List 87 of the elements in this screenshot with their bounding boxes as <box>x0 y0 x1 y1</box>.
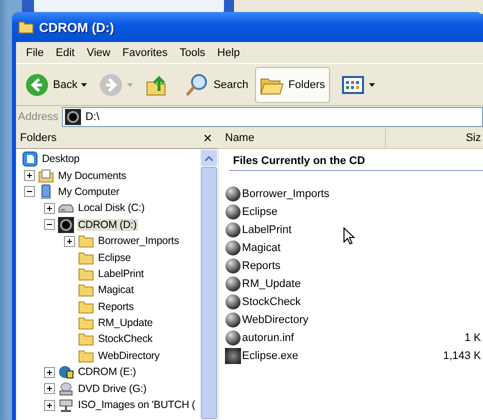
folder-icon <box>78 250 94 266</box>
expand-toggle[interactable] <box>44 202 55 214</box>
tree-item[interactable]: DVD Drive (G:) <box>77 382 148 395</box>
dvd-drive-icon <box>58 380 74 397</box>
tree-item[interactable]: Eclipse <box>97 252 132 264</box>
disc-app-icon <box>58 364 74 380</box>
folders-button[interactable]: Folders <box>255 66 330 102</box>
file-name[interactable]: autorun.inf <box>242 332 464 344</box>
tree-item[interactable]: Reports <box>97 300 135 313</box>
tree-item[interactable]: RM_Update <box>97 317 154 330</box>
file-name[interactable]: Borrower_Imports <box>242 188 483 200</box>
sphere-icon <box>225 258 241 274</box>
expand-toggle[interactable] <box>44 400 55 411</box>
mouse-pointer-icon <box>343 227 355 245</box>
expand-toggle[interactable] <box>64 236 75 247</box>
file-name[interactable]: StockCheck <box>242 296 483 308</box>
back-button[interactable]: Back <box>20 66 92 102</box>
pane-title: Folders <box>20 132 57 144</box>
tree-item[interactable]: Local Disk (C:) <box>77 202 146 214</box>
folder-icon <box>78 282 94 298</box>
computer-icon <box>38 184 54 200</box>
search-button[interactable]: Search <box>180 66 254 102</box>
folder-icon <box>78 315 94 332</box>
file-size: 1,143 K <box>443 350 482 362</box>
sphere-icon <box>225 204 241 220</box>
file-name[interactable]: Eclipse.exe <box>242 350 442 362</box>
address-label: Address <box>18 111 58 123</box>
window-title: CDROM (D:) <box>39 20 114 34</box>
folder-icon <box>18 19 34 35</box>
file-name[interactable]: WebDirectory <box>242 314 483 326</box>
file-name[interactable]: Reports <box>242 260 483 272</box>
tree-item[interactable]: Borrower_Imports <box>97 235 180 248</box>
file-name[interactable]: Magicat <box>242 242 483 254</box>
menu-item[interactable]: Tools <box>174 46 212 58</box>
file-name[interactable]: RM_Update <box>242 278 483 290</box>
tree-item[interactable]: LabelPrint <box>97 268 145 280</box>
folder-icon <box>78 331 94 348</box>
menu-item[interactable]: View <box>80 46 116 58</box>
network-drive-icon <box>58 397 74 414</box>
desktop-icon <box>22 151 38 168</box>
sphere-icon <box>225 276 241 292</box>
tree-item[interactable]: My Computer <box>57 186 120 198</box>
tree-item[interactable]: WebDirectory <box>97 350 161 362</box>
folder-icon <box>78 298 94 315</box>
documents-folder-icon <box>38 168 54 184</box>
group-header: Files Currently on the CD <box>233 155 366 167</box>
file-name[interactable]: Eclipse <box>242 206 483 218</box>
sphere-icon <box>225 240 241 256</box>
search-icon <box>185 72 210 96</box>
dropdown-caret-icon <box>369 82 376 86</box>
expand-toggle[interactable] <box>44 366 55 378</box>
folder-icon <box>78 233 94 250</box>
tree-item[interactable]: Magicat <box>97 284 135 296</box>
file-name[interactable]: LabelPrint <box>242 224 483 236</box>
tree-item[interactable]: StockCheck <box>97 333 154 346</box>
sphere-icon <box>225 222 241 238</box>
disc-icon <box>58 216 74 233</box>
column-header[interactable]: Siz <box>386 128 483 148</box>
tree-item[interactable]: My Documents <box>57 170 128 182</box>
expand-toggle[interactable] <box>24 170 35 182</box>
tree-item[interactable]: CDROM (E:) <box>77 366 137 378</box>
scroll-up-icon <box>205 156 213 160</box>
disc-icon <box>65 109 82 125</box>
column-header[interactable]: Name <box>219 128 386 148</box>
address-field[interactable]: D:\ <box>62 107 483 127</box>
collapse-toggle[interactable] <box>24 186 35 198</box>
sphere-icon <box>225 330 241 346</box>
folder-icon <box>78 348 94 364</box>
menu-item[interactable]: Favorites <box>116 46 174 58</box>
menu-item[interactable]: File <box>20 46 50 58</box>
dropdown-caret-icon <box>81 82 88 86</box>
sphere-icon <box>225 312 241 328</box>
close-button[interactable]: × <box>203 130 212 146</box>
collapse-toggle[interactable] <box>44 219 55 230</box>
sphere-icon <box>225 186 241 202</box>
tree-item[interactable]: CDROM (D:) <box>77 218 138 231</box>
file-size: 1 K <box>464 332 482 344</box>
sphere-icon <box>225 294 241 310</box>
menu-item[interactable]: Edit <box>50 46 81 58</box>
dropdown-caret-icon <box>127 82 134 86</box>
tree-item[interactable]: ISO_Images on 'BUTCH ( <box>77 399 196 412</box>
tree-item[interactable]: Desktop <box>41 153 80 166</box>
program-icon <box>225 348 241 364</box>
folder-icon <box>78 266 94 282</box>
expand-toggle[interactable] <box>44 383 55 394</box>
scrollbar[interactable] <box>200 149 218 420</box>
menu-item[interactable]: Help <box>211 46 246 58</box>
